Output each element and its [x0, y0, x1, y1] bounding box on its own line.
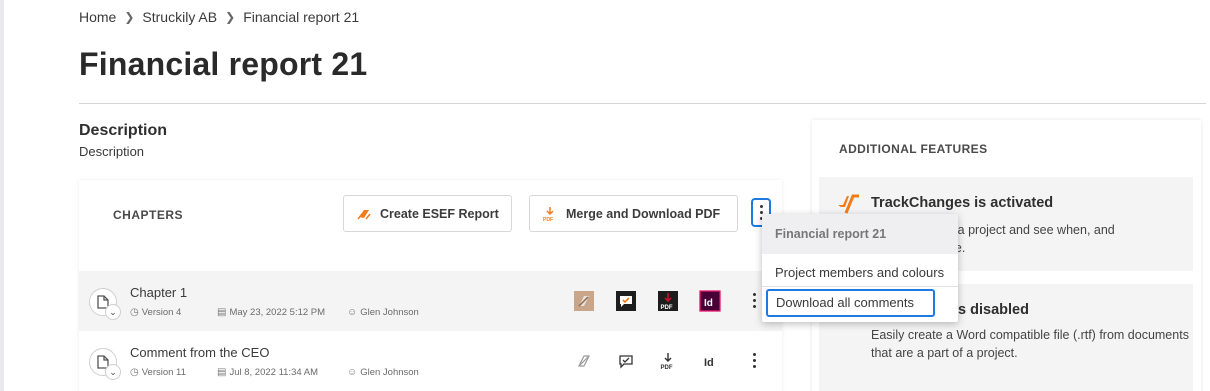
- feature-text: Easily create a Word compatible file (.r…: [871, 328, 1189, 360]
- esef-icon: [356, 206, 372, 222]
- breadcrumb-home[interactable]: Home: [79, 9, 116, 25]
- chapters-label: CHAPTERS: [113, 208, 184, 222]
- merge-download-pdf-button[interactable]: PDF Merge and Download PDF: [529, 195, 738, 232]
- description-text: Description: [79, 144, 145, 159]
- page-title: Financial report 21: [79, 46, 368, 82]
- version-icon: ◷: [130, 367, 139, 378]
- chevron-down-icon[interactable]: ⌄: [105, 364, 121, 380]
- chapter-kebab-icon[interactable]: [753, 293, 756, 308]
- chapter-row[interactable]: ⌄ Comment from the CEO ◷ Version 11 ▤ Jul …: [79, 331, 782, 391]
- svg-text:PDF: PDF: [543, 217, 553, 222]
- svg-text:Id: Id: [704, 298, 713, 309]
- calendar-icon: ▤: [217, 367, 227, 378]
- user-icon: ☺: [347, 367, 358, 378]
- svg-text:PDF: PDF: [661, 305, 673, 311]
- create-esef-report-label: Create ESEF Report: [380, 206, 499, 221]
- description-heading: Description: [79, 122, 168, 139]
- menu-header: Financial report 21: [762, 214, 958, 254]
- breadcrumb-current: Financial report 21: [243, 9, 360, 25]
- user-icon: ☺: [347, 307, 358, 318]
- export-icons: PDF Id: [573, 350, 721, 372]
- chevron-down-icon[interactable]: ⌄: [105, 304, 121, 320]
- chevron-right-icon: ❯: [124, 10, 135, 24]
- left-edge-border: [0, 0, 4, 391]
- chapter-date: ▤ Jul 8, 2022 11:34 AM: [217, 367, 319, 378]
- esef-export-icon[interactable]: [573, 290, 595, 312]
- breadcrumb-company[interactable]: Struckily AB: [142, 9, 217, 25]
- indesign-export-icon[interactable]: Id: [699, 350, 721, 372]
- svg-text:Id: Id: [704, 357, 714, 369]
- chapter-version: ◷ Version 4: [130, 307, 182, 318]
- chapter-title[interactable]: Chapter 1: [130, 285, 187, 300]
- svg-text:PDF: PDF: [661, 365, 673, 371]
- chapter-title[interactable]: Comment from the CEO: [130, 345, 269, 360]
- comment-export-icon[interactable]: [615, 290, 637, 312]
- chapter-user: ☺ Glen Johnson: [347, 367, 419, 378]
- pdf-export-icon[interactable]: PDF: [657, 350, 679, 372]
- title-divider: [79, 103, 1206, 104]
- calendar-icon: ▤: [217, 307, 227, 318]
- export-icons: PDF Id: [573, 290, 721, 312]
- chapter-user: ☺ Glen Johnson: [347, 307, 419, 318]
- menu-divider: [762, 286, 958, 287]
- feature-title: is disabled: [954, 302, 1029, 318]
- merge-download-pdf-label: Merge and Download PDF: [566, 206, 721, 221]
- chevron-right-icon: ❯: [225, 10, 236, 24]
- feature-title: TrackChanges is activated: [871, 195, 1054, 211]
- comment-export-icon[interactable]: [615, 350, 637, 372]
- pdf-icon: PDF: [542, 206, 558, 223]
- esef-export-icon[interactable]: [573, 350, 595, 372]
- chapter-kebab-icon[interactable]: [753, 353, 756, 368]
- menu-item-project-members[interactable]: Project members and colours: [762, 259, 958, 287]
- features-heading: ADDITIONAL FEATURES: [839, 142, 988, 156]
- pdf-export-icon[interactable]: PDF: [657, 290, 679, 312]
- breadcrumb: Home ❯ Struckily AB ❯ Financial report 2…: [79, 9, 359, 25]
- chapter-date: ▤ May 23, 2022 5:12 PM: [217, 307, 326, 318]
- chapter-row[interactable]: ⌄ Chapter 1 ◷ Version 4 ▤ May 23, 2022 5:1…: [79, 271, 782, 331]
- menu-item-download-comments[interactable]: Download all comments: [766, 289, 935, 317]
- indesign-export-icon[interactable]: Id: [699, 290, 721, 312]
- chapter-version: ◷ Version 11: [130, 367, 186, 378]
- chapters-card: CHAPTERS Create ESEF Report PDF Merge an…: [79, 180, 782, 391]
- version-icon: ◷: [130, 307, 139, 318]
- project-options-menu: Financial report 21 Project members and …: [762, 214, 958, 322]
- create-esef-report-button[interactable]: Create ESEF Report: [343, 195, 512, 232]
